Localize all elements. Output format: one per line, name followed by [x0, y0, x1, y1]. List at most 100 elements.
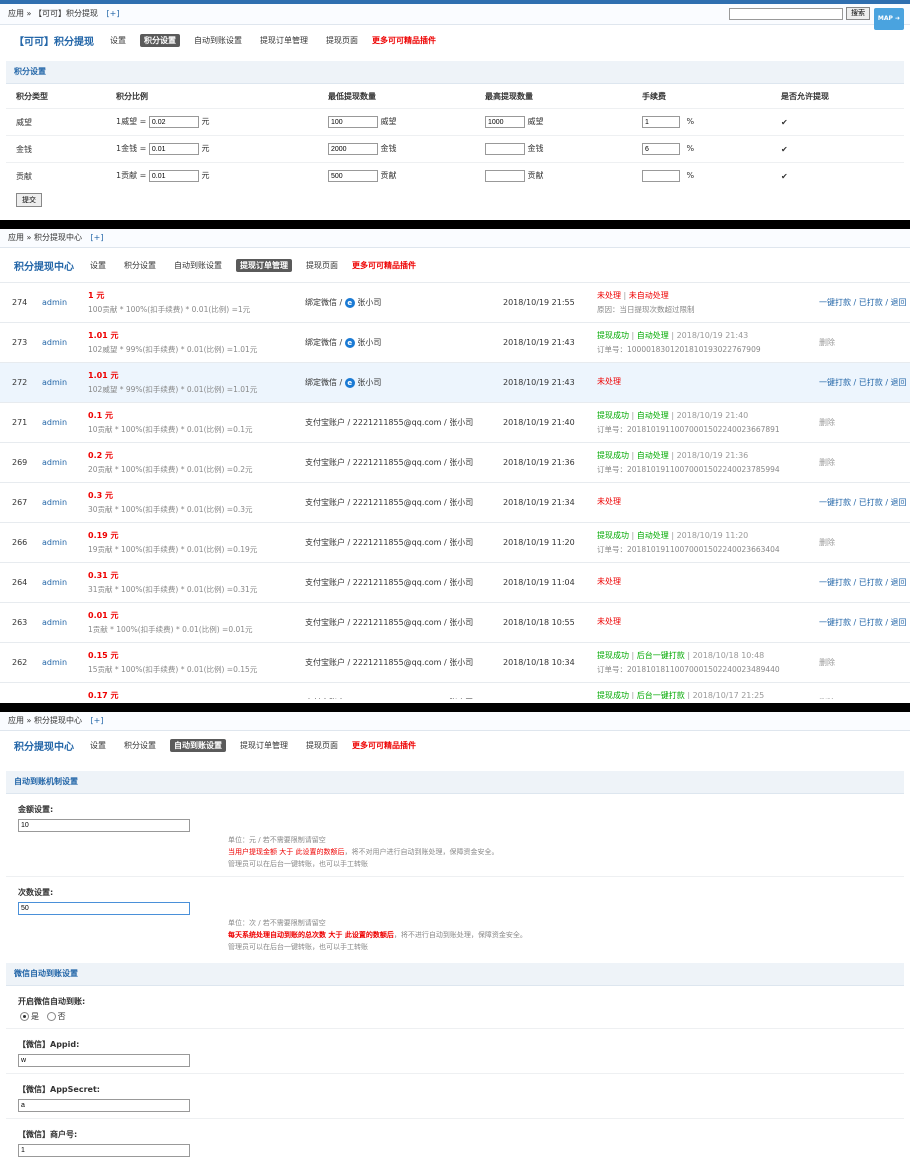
- order-user[interactable]: admin: [41, 322, 87, 363]
- submit-button[interactable]: 提交: [16, 193, 42, 207]
- nav-auto-payout[interactable]: 自动到账设置: [170, 259, 226, 272]
- max-input[interactable]: [485, 116, 525, 129]
- nav-settings[interactable]: 设置: [106, 34, 130, 47]
- nav-withdraw-page[interactable]: 提现页面: [302, 739, 342, 752]
- order-user[interactable]: admin: [41, 682, 87, 699]
- order-formula: 20贡献 * 100%(扣手续费) * 0.01(比例) =0.2元: [88, 465, 253, 474]
- order-user[interactable]: admin: [41, 402, 87, 443]
- map-button[interactable]: MAP ➜: [873, 8, 904, 30]
- order-status-sep: |: [629, 651, 637, 660]
- breadcrumb-plugin[interactable]: 【可可】积分提现: [34, 9, 98, 18]
- order-actions[interactable]: 一键打款 / 已打款 / 退回: [818, 602, 910, 643]
- amount-hint-rest: ，将不对用户进行自动到账处理，保障资金安全。: [344, 848, 499, 856]
- nav-orders[interactable]: 提现订单管理: [236, 739, 292, 752]
- min-input[interactable]: [328, 143, 378, 156]
- order-actions[interactable]: 删除: [818, 682, 910, 699]
- breadcrumb-add[interactable]: [+]: [91, 233, 104, 242]
- fee-input[interactable]: [642, 170, 680, 182]
- table-row: 271 admin 0.1 元 10贡献 * 100%(扣手续费) * 0.01(比例…: [0, 402, 910, 443]
- order-status-line: 提现成功 | 自动处理 | 2018/10/19 21:40: [597, 410, 817, 421]
- order-account: 绑定微信 / e 张小司: [304, 362, 502, 403]
- search-input[interactable]: [729, 7, 843, 20]
- order-actions[interactable]: 删除: [818, 442, 910, 483]
- radio-yes[interactable]: [20, 1012, 29, 1021]
- fee-input[interactable]: [642, 116, 680, 128]
- breadcrumb-plugin[interactable]: 积分提现中心: [34, 716, 82, 725]
- min-input[interactable]: [328, 116, 378, 129]
- order-time: 2018/10/19 21:43: [502, 362, 596, 403]
- order-actions[interactable]: 一键打款 / 已打款 / 退回: [818, 482, 910, 523]
- secret-input[interactable]: [18, 1099, 190, 1112]
- nav-withdraw-page[interactable]: 提现页面: [322, 34, 362, 47]
- order-user[interactable]: admin: [41, 362, 87, 403]
- divider: [6, 1028, 904, 1029]
- breadcrumb-app[interactable]: 应用: [8, 233, 24, 242]
- max-input[interactable]: [485, 143, 525, 156]
- max-input[interactable]: [485, 170, 525, 183]
- nav-orders[interactable]: 提现订单管理: [236, 258, 292, 272]
- count-input[interactable]: [18, 902, 190, 915]
- order-account-name: 张小司: [357, 378, 382, 387]
- nav-more-plugins[interactable]: 更多可可精品插件: [372, 35, 436, 46]
- mch-label: 【微信】商户号:: [18, 1130, 78, 1139]
- order-user[interactable]: admin: [41, 562, 87, 603]
- nav-orders[interactable]: 提现订单管理: [256, 34, 312, 47]
- nav-auto-payout[interactable]: 自动到账设置: [170, 738, 226, 752]
- plugin-nav: 积分提现中心 设置 积分设置 自动到账设置 提现订单管理 提现页面 更多可可精品…: [0, 248, 910, 282]
- ratio-input[interactable]: [148, 116, 199, 129]
- allow-checkbox[interactable]: ✔: [781, 172, 788, 181]
- order-actions[interactable]: 一键打款 / 已打款 / 退回: [818, 362, 910, 403]
- allow-checkbox[interactable]: ✔: [781, 145, 788, 154]
- order-actions[interactable]: 删除: [818, 402, 910, 443]
- breadcrumb-plugin[interactable]: 积分提现中心: [34, 233, 82, 242]
- order-actions[interactable]: 删除: [818, 642, 910, 683]
- amount-hint-rule: 当用户提现金额 大于 此设置的数额后，将不对用户进行自动到账处理，保障资金安全。: [228, 846, 910, 858]
- divider: [6, 876, 904, 877]
- breadcrumb-sep: »: [26, 233, 34, 242]
- browser-icon: e: [344, 297, 355, 308]
- order-user[interactable]: admin: [41, 522, 87, 563]
- ratio-input[interactable]: [148, 143, 199, 156]
- order-user[interactable]: admin: [41, 282, 87, 323]
- nav-points-settings[interactable]: 积分设置: [140, 33, 180, 47]
- row-ratio: 1威望 = 元: [115, 108, 327, 136]
- order-account-text: 支付宝账户 / 2221211855@qq.com / 张小司: [305, 658, 474, 667]
- mch-input[interactable]: [18, 1144, 190, 1157]
- secret-label: 【微信】AppSecret:: [18, 1085, 100, 1094]
- appid-input[interactable]: [18, 1054, 190, 1067]
- search-button[interactable]: 搜索: [846, 7, 870, 20]
- order-id: 272: [0, 362, 41, 403]
- nav-settings[interactable]: 设置: [86, 259, 110, 272]
- ratio-input[interactable]: [148, 170, 199, 183]
- nav-auto-payout[interactable]: 自动到账设置: [190, 34, 246, 47]
- order-user[interactable]: admin: [41, 642, 87, 683]
- nav-withdraw-page[interactable]: 提现页面: [302, 259, 342, 272]
- nav-more-plugins[interactable]: 更多可可精品插件: [352, 260, 416, 271]
- order-actions[interactable]: 一键打款 / 已打款 / 退回: [818, 282, 910, 323]
- order-actions[interactable]: 一键打款 / 已打款 / 退回: [818, 562, 910, 603]
- amount-input[interactable]: [18, 819, 190, 832]
- radio-no[interactable]: [46, 1012, 56, 1021]
- order-user[interactable]: admin: [41, 442, 87, 483]
- order-actions[interactable]: 删除: [818, 522, 910, 563]
- order-status-cell: 未处理: [596, 362, 818, 403]
- order-account-name: 张小司: [357, 338, 382, 347]
- order-formula: 102威望 * 99%(扣手续费) * 0.01(比例) =1.01元: [88, 385, 258, 394]
- min-input[interactable]: [328, 170, 378, 183]
- order-account: 支付宝账户 / 2221211855@qq.com / 张小司: [304, 642, 502, 683]
- fee-input[interactable]: [642, 143, 680, 155]
- nav-points-settings[interactable]: 积分设置: [120, 259, 160, 272]
- breadcrumb-add[interactable]: [+]: [107, 9, 120, 18]
- allow-checkbox[interactable]: ✔: [781, 118, 788, 127]
- breadcrumb-app[interactable]: 应用: [8, 9, 24, 18]
- breadcrumb-add[interactable]: [+]: [91, 716, 104, 725]
- nav-points-settings[interactable]: 积分设置: [120, 739, 160, 752]
- nav-more-plugins[interactable]: 更多可可精品插件: [352, 740, 416, 751]
- order-note: 订单号：20181019110070001502240023785994: [597, 465, 780, 474]
- order-amount-cell: 0.2 元 20贡献 * 100%(扣手续费) * 0.01(比例) =0.2元: [87, 442, 304, 483]
- order-actions[interactable]: 删除: [818, 322, 910, 363]
- order-user[interactable]: admin: [41, 602, 87, 643]
- order-user[interactable]: admin: [41, 482, 87, 523]
- nav-settings[interactable]: 设置: [86, 739, 110, 752]
- breadcrumb-app[interactable]: 应用: [8, 716, 24, 725]
